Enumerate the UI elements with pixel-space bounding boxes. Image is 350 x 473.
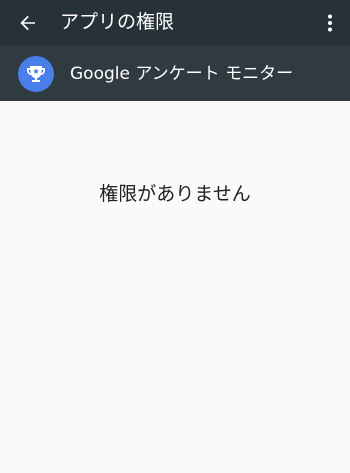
app-icon <box>18 56 54 92</box>
trophy-icon <box>27 66 45 82</box>
permissions-list-area <box>0 101 350 473</box>
arrow-back-icon <box>20 15 35 31</box>
overflow-menu-button[interactable] <box>318 7 342 39</box>
app-permissions-screen: アプリの権限 Google アンケート モニター 権限がありません <box>0 0 350 473</box>
more-vert-icon <box>328 14 332 32</box>
back-button[interactable] <box>12 7 44 39</box>
toolbar: アプリの権限 <box>0 0 350 46</box>
app-name: Google アンケート モニター <box>70 64 294 84</box>
page-title: アプリの権限 <box>60 11 175 33</box>
app-header: Google アンケート モニター <box>0 46 350 101</box>
empty-state-message: 権限がありません <box>99 183 251 205</box>
